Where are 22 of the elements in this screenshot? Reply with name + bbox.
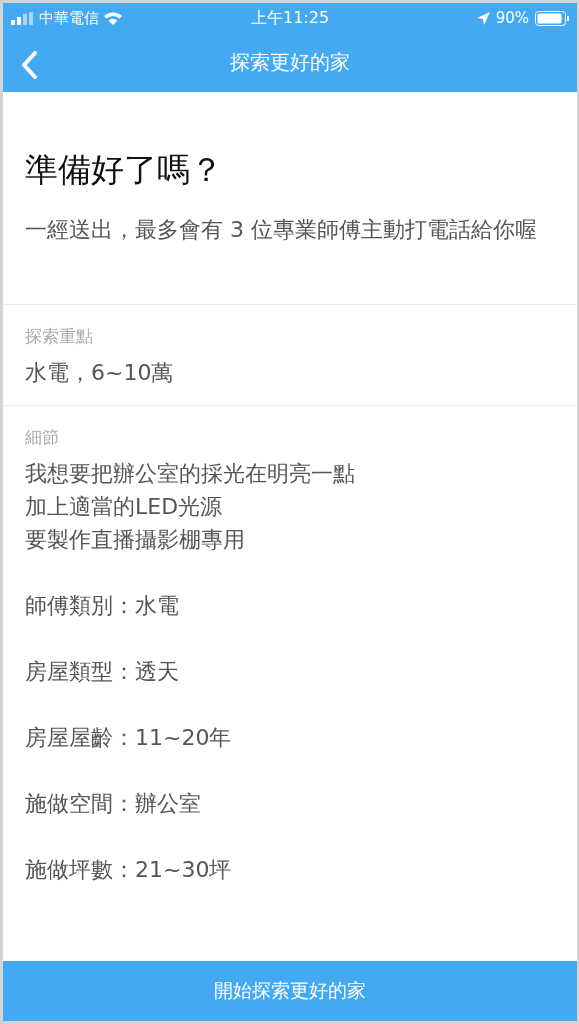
status-time: 上午11:25 — [250, 7, 330, 29]
detail-item: 施做空間：辦公室 — [25, 790, 202, 818]
detail-text: 水電，6~10萬 — [25, 359, 175, 387]
detail-item: 師傅類別：水電 — [25, 592, 180, 620]
signal-icon — [11, 11, 35, 25]
section-label: 探索重點 — [25, 325, 94, 348]
location-arrow-icon — [476, 11, 490, 25]
battery-icon — [535, 10, 569, 26]
detail-text: 要製作直播攝影棚專用 — [25, 526, 246, 554]
intro-text: 一經送出，最多會有 3 位專業師傅主動打電話給你喔 — [25, 216, 538, 244]
detail-item: 施做坪數：21~30坪 — [25, 856, 233, 884]
carrier-name: 中華電信 — [39, 8, 99, 28]
heading: 準備好了嗎？ — [25, 149, 224, 191]
detail-item: 房屋類型：透天 — [25, 658, 180, 686]
section-label: 細節 — [25, 426, 60, 449]
battery-percent: 90% — [495, 9, 529, 27]
detail-text: 加上適當的LED光源 — [25, 493, 224, 521]
page-title: 探索更好的家 — [230, 49, 350, 76]
detail-text: 我想要把辦公室的採光在明亮一點 — [25, 460, 356, 488]
detail-item: 房屋屋齡：11~20年 — [25, 724, 233, 752]
submit-button[interactable]: 開始探索更好的家 — [3, 961, 577, 1021]
wifi-icon — [103, 11, 123, 25]
